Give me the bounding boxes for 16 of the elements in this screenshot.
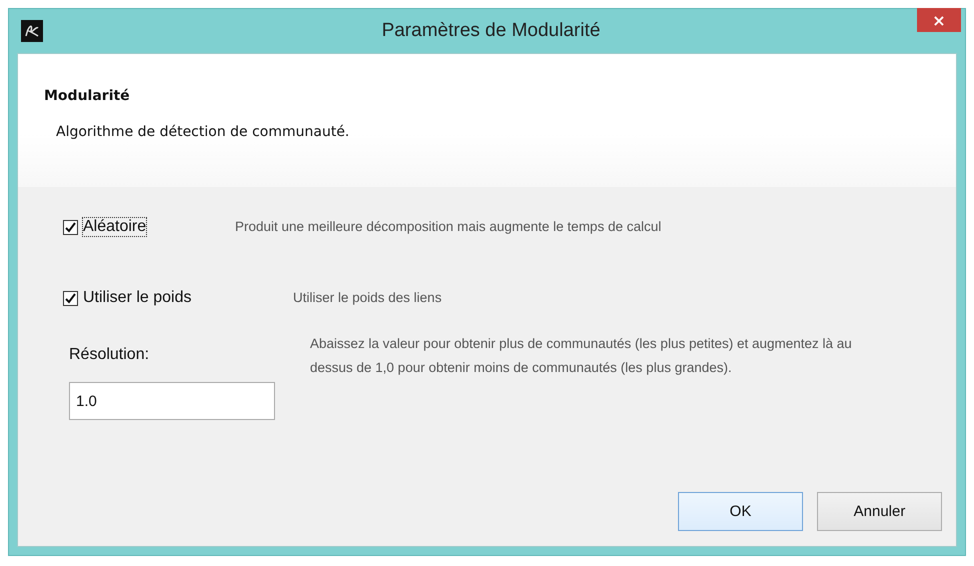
checkbox[interactable]	[63, 220, 78, 234]
header-title: Modularité	[44, 88, 131, 104]
option-description: Produit une meilleure décomposition mais augmente le temps de calcul	[235, 218, 662, 236]
checkbox-label[interactable]: Aléatoire	[83, 218, 146, 236]
ok-button[interactable]: OK	[678, 492, 803, 531]
header-description: Algorithme de détection de communauté.	[56, 124, 350, 140]
resolution-label: Résolution:	[69, 346, 150, 364]
cancel-button[interactable]: Annuler	[817, 492, 942, 531]
resolution-field[interactable]: 1.0	[69, 382, 275, 420]
close-button[interactable]: ×	[917, 8, 961, 32]
option-description: Utiliser le poids des liens	[293, 289, 442, 307]
resolution-description: Abaissez la valeur pour obtenir plus de communautés (les plus petites) et augmentez là au dessus de 1,0 pour obtenir moins de communautés (les plus grandes).	[310, 335, 853, 377]
app-logo-icon	[21, 20, 43, 42]
checkbox[interactable]	[63, 290, 78, 306]
window-title: Paramètres de Modularité	[380, 20, 602, 42]
checkbox-label[interactable]: Utiliser le poids	[83, 289, 192, 307]
